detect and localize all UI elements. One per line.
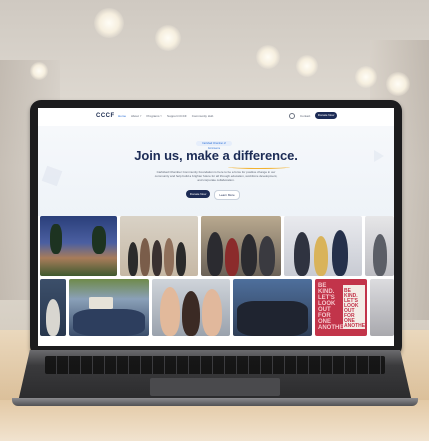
- site-navbar: [38, 108, 394, 126]
- nav-community-hub[interactable]: Community Hub: [192, 114, 214, 118]
- photo-be-kind-sign[interactable]: BE KIND. LET'S LOOK OUT FOR ONE ANOTHER.…: [315, 279, 367, 336]
- person: [140, 238, 150, 276]
- nav-programs[interactable]: Programs ˅: [146, 114, 162, 118]
- nav-about[interactable]: About ˅: [131, 114, 141, 118]
- search-icon[interactable]: [289, 113, 295, 119]
- person: [152, 240, 162, 276]
- person: [128, 242, 138, 276]
- person: [202, 289, 222, 336]
- ceiling-light: [94, 8, 124, 38]
- palm-tree: [50, 224, 62, 254]
- person: [46, 299, 60, 336]
- hero-description: Carlsbad Chamber Community Foundation is…: [154, 170, 278, 182]
- ceiling-light: [155, 25, 181, 51]
- person: [207, 232, 223, 276]
- person: [182, 291, 200, 336]
- ceiling-light: [386, 72, 410, 96]
- nav-support[interactable]: Support CCCF: [167, 114, 187, 118]
- photo-resort-palms[interactable]: [40, 216, 117, 276]
- person: [373, 234, 387, 276]
- person: [241, 234, 257, 276]
- photo-outdoor-festival[interactable]: [69, 279, 149, 336]
- hero-donate-button[interactable]: Donate Now: [186, 190, 210, 198]
- person: [225, 238, 239, 276]
- photo-scene: CCCF Home About ˅ Programs ˅ Support CCC…: [0, 0, 429, 441]
- photo-partial-right[interactable]: [365, 216, 394, 276]
- hero-pill: Carlsbad Chamber of Commerce: [196, 141, 232, 150]
- laptop-screen: CCCF Home About ˅ Programs ˅ Support CCC…: [38, 108, 394, 346]
- palm-tree: [92, 226, 106, 254]
- person: [164, 238, 174, 276]
- sign-text-left: BE KIND. LET'S LOOK OUT FOR ONE ANOTHER.: [318, 283, 350, 331]
- photo-gala-group[interactable]: [284, 216, 362, 276]
- ceiling-light: [296, 55, 318, 77]
- laptop-keyboard: [45, 356, 385, 374]
- person: [332, 230, 348, 276]
- ceiling-light: [30, 62, 48, 80]
- hero-learn-more-button[interactable]: Learn More: [214, 190, 240, 200]
- photo-smiling-trio[interactable]: [152, 279, 230, 336]
- tent: [89, 297, 113, 309]
- person: [160, 287, 180, 336]
- laptop-front-edge: [12, 398, 418, 406]
- site-logo[interactable]: CCCF: [96, 113, 115, 119]
- sign-card: BE KIND. LET'S LOOK OUT FOR ONE ANOTHER.: [343, 285, 367, 329]
- person: [294, 232, 310, 276]
- photo-large-group[interactable]: [233, 279, 312, 336]
- nav-links: Home About ˅ Programs ˅ Support CCCF Com…: [118, 114, 213, 118]
- person: [314, 236, 328, 276]
- photo-partial-left[interactable]: [40, 279, 66, 336]
- table-edge: [0, 400, 429, 441]
- donate-button[interactable]: Donate Now: [315, 112, 337, 119]
- crowd: [237, 301, 308, 336]
- sign-text-right: BE KIND. LET'S LOOK OUT FOR ONE ANOTHER.: [344, 288, 367, 329]
- photo-event-group[interactable]: [201, 216, 281, 276]
- person: [259, 236, 275, 276]
- headline-underline: [228, 165, 290, 169]
- crowd: [73, 309, 145, 336]
- laptop-trackpad: [150, 378, 280, 396]
- ceiling-light: [256, 45, 280, 69]
- photo-group-women[interactable]: [120, 216, 198, 276]
- hero-headline: Join us, make a difference.: [134, 148, 298, 163]
- nav-contact[interactable]: Contact: [300, 114, 310, 118]
- person: [176, 242, 186, 276]
- ceiling-light: [355, 66, 377, 88]
- photo-partial-right-2[interactable]: [370, 279, 394, 336]
- nav-home[interactable]: Home: [118, 114, 126, 118]
